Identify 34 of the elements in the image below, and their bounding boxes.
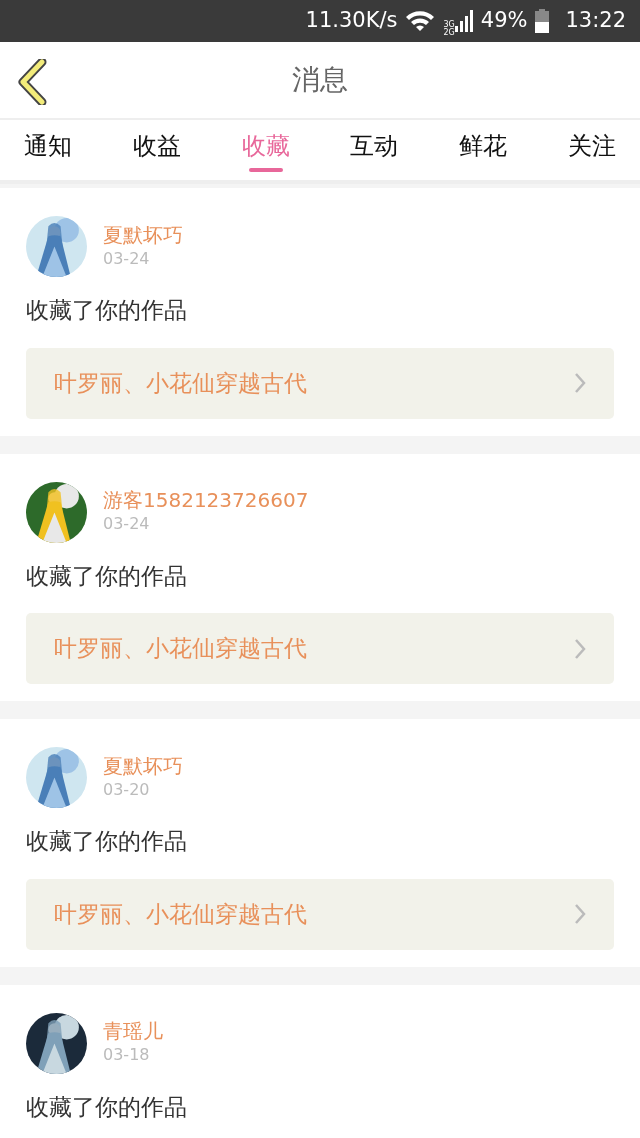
network-type-label: 3G	[443, 20, 455, 29]
chevron-right-icon	[574, 903, 586, 925]
chevron-right-icon	[574, 372, 586, 394]
battery-icon	[535, 9, 550, 33]
chevron-right-icon	[574, 637, 586, 660]
tab[interactable]: 互动	[350, 128, 399, 172]
clock: 13:22	[565, 7, 626, 35]
back-button[interactable]	[18, 59, 48, 105]
work-link[interactable]: 叶罗丽、小花仙穿越古代	[26, 347, 614, 419]
user-name[interactable]: 夏默坏巧	[103, 753, 183, 778]
user-name[interactable]: 游客1582123726607	[103, 488, 309, 512]
network-type-label: 2G	[443, 28, 455, 37]
message-text: 收藏了你的作品	[26, 296, 188, 325]
tab[interactable]: 收藏	[241, 128, 290, 172]
wifi-icon	[405, 10, 436, 32]
message-text: 收藏了你的作品	[26, 1092, 188, 1122]
tab[interactable]: 收益	[132, 128, 181, 172]
message-text: 收藏了你的作品	[26, 561, 188, 591]
message-date: 03-24	[103, 247, 151, 270]
tab[interactable]: 通知	[24, 128, 72, 172]
page-title: 消息	[292, 62, 348, 98]
tab[interactable]: 关注	[568, 128, 616, 172]
message-text: 收藏了你的作品	[26, 827, 188, 856]
tab[interactable]: 鲜花	[459, 128, 508, 172]
network-speed: 11.30K/s	[305, 7, 398, 35]
work-link[interactable]: 叶罗丽、小花仙穿越古代	[26, 613, 614, 684]
battery-percent: 49%	[480, 7, 528, 35]
signal-icon	[454, 10, 473, 33]
work-link[interactable]: 叶罗丽、小花仙穿越古代	[26, 878, 614, 950]
message-date: 03-24	[103, 513, 151, 535]
user-name[interactable]: 夏默坏巧	[103, 222, 183, 247]
user-name[interactable]: 青瑶儿	[103, 1019, 163, 1043]
message-date: 03-18	[103, 1044, 151, 1066]
message-date: 03-20	[103, 778, 151, 801]
